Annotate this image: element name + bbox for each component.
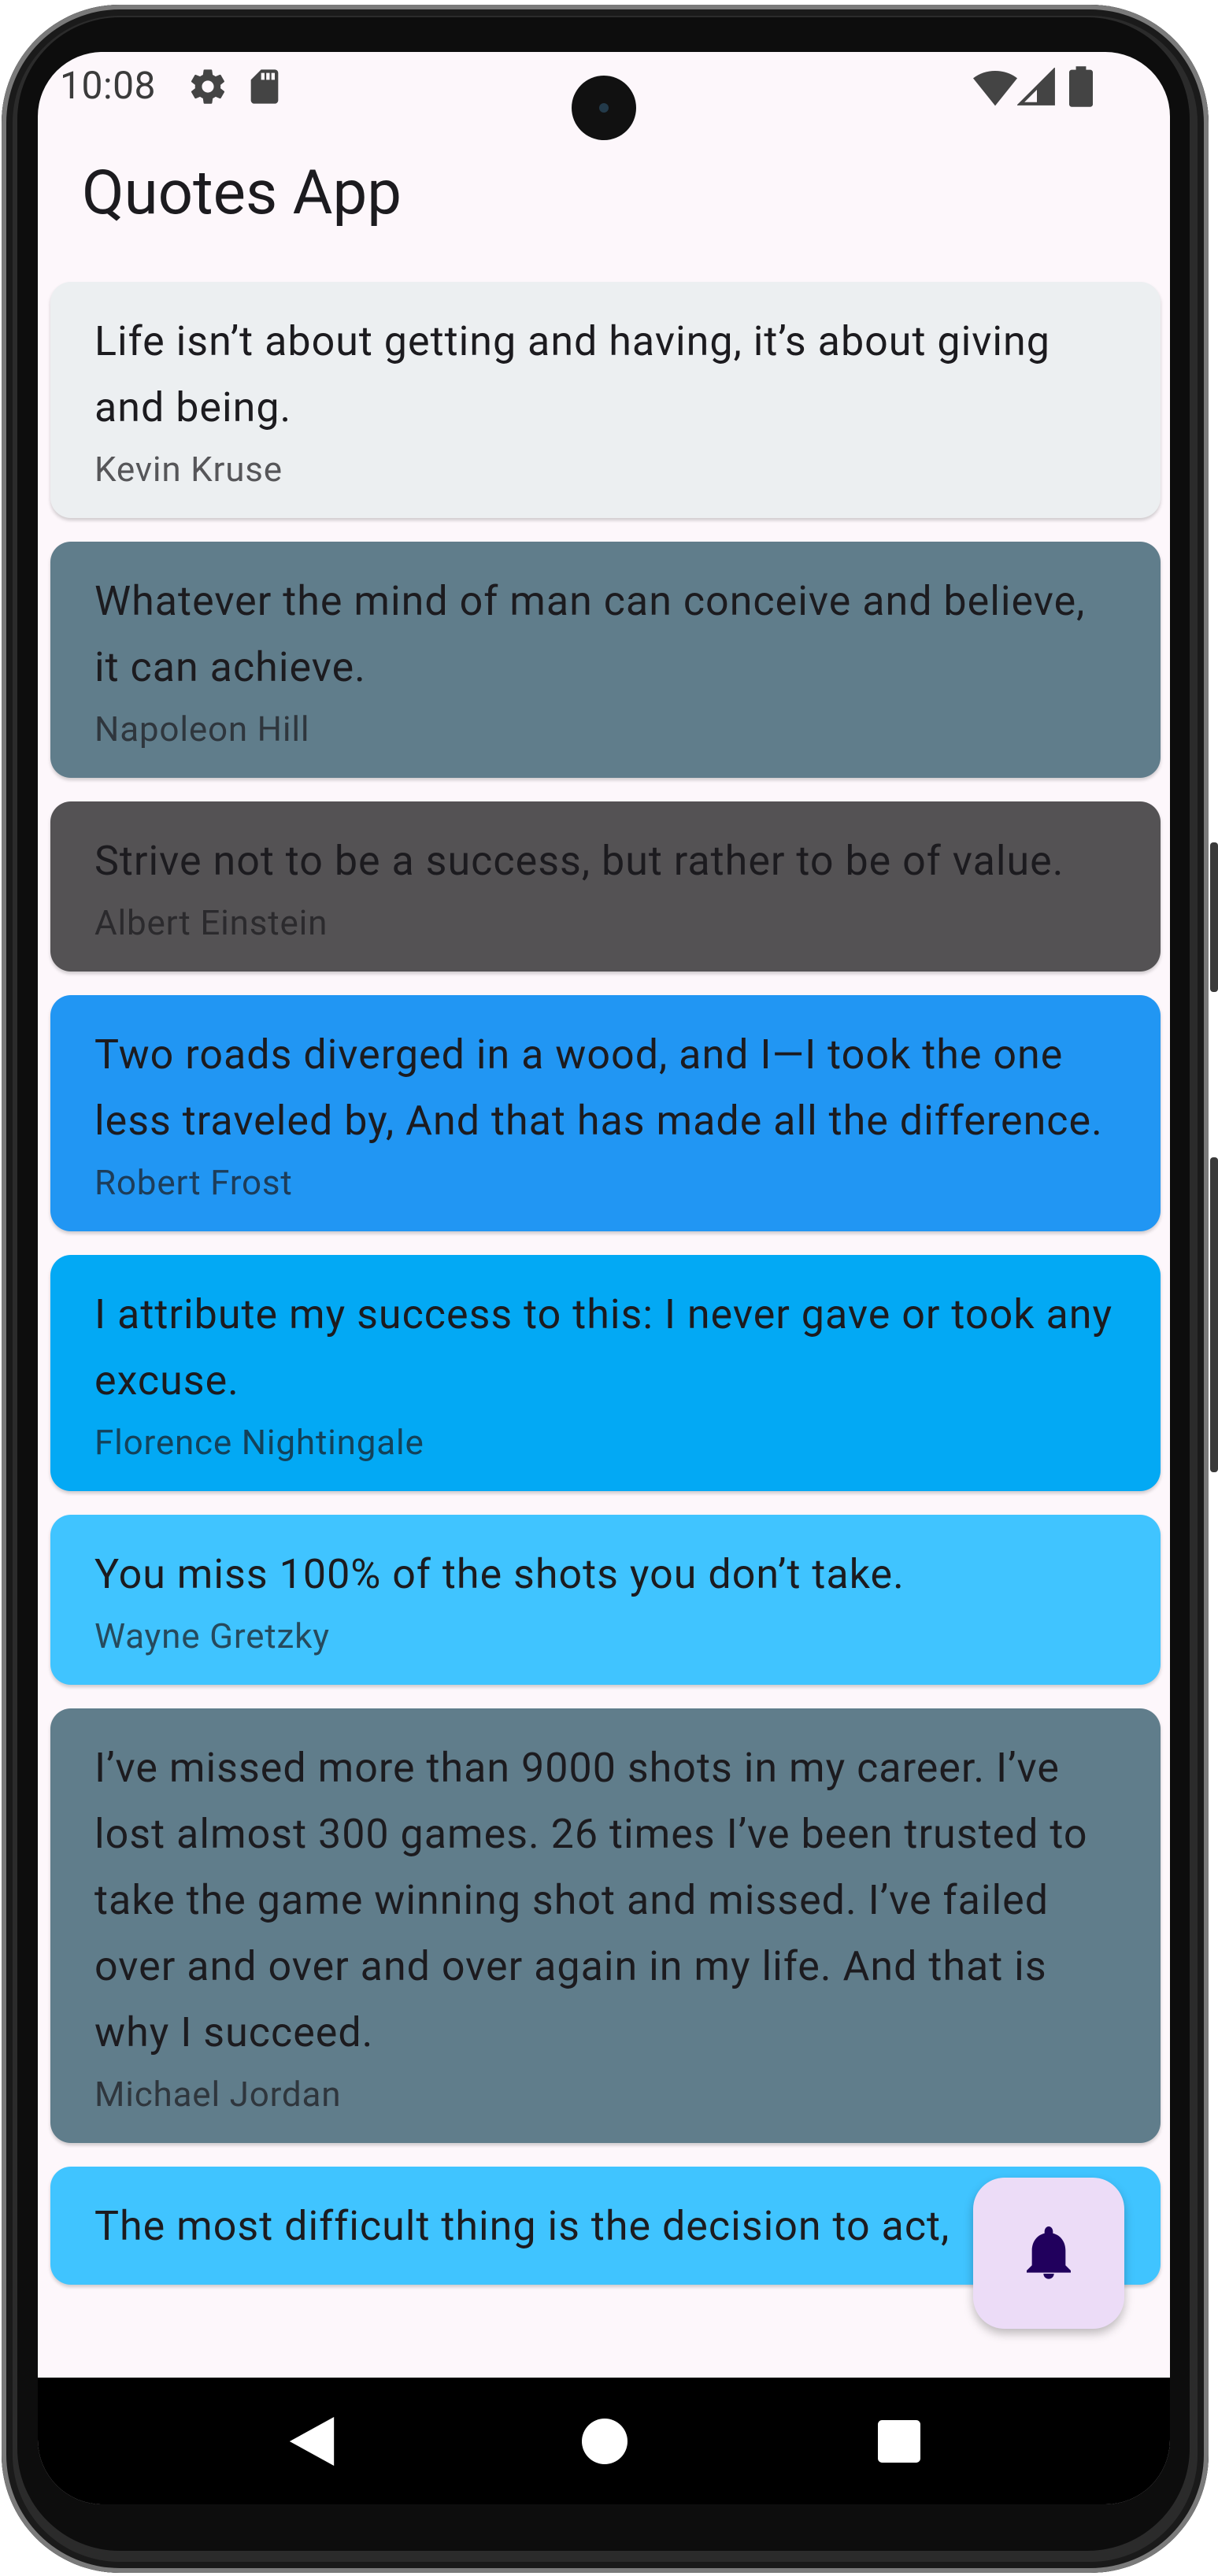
gear-icon <box>187 66 228 110</box>
quote-text: I’ve missed more than 9000 shots in my c… <box>94 1744 1088 2056</box>
phone-device: 10:08 Quotes App Life isn’t about gettin… <box>0 0 1218 2576</box>
quote-text: Two roads diverged in a wood, and I—I to… <box>94 1031 1103 1145</box>
nav-recents-button[interactable] <box>828 2378 970 2504</box>
cell-signal-icon <box>1016 67 1057 110</box>
quote-card[interactable]: Strive not to be a success, but rather t… <box>50 801 1161 972</box>
quote-author: Kevin Kruse <box>94 449 283 490</box>
quote-author: Robert Frost <box>94 1162 293 1203</box>
quote-card[interactable]: Two roads diverged in a wood, and I—I to… <box>50 995 1161 1231</box>
quote-author: Wayne Gretzky <box>94 1616 330 1656</box>
quote-text: The most difficult thing is the decision… <box>94 2202 950 2250</box>
power-button <box>1210 842 1218 992</box>
bell-icon <box>1024 2223 1074 2283</box>
status-time: 10:08 <box>60 63 157 108</box>
notification-fab[interactable] <box>973 2178 1124 2329</box>
system-nav-bar <box>38 2378 1170 2504</box>
volume-button <box>1210 1157 1218 1472</box>
quote-text: Strive not to be a success, but rather t… <box>94 837 1064 885</box>
screen: 10:08 Quotes App Life isn’t about gettin… <box>38 52 1170 2504</box>
quote-author: Florence Nightingale <box>94 1422 424 1463</box>
home-icon <box>582 2418 628 2464</box>
quote-text: You miss 100% of the shots you don’t tak… <box>94 1550 905 1598</box>
back-icon <box>289 2416 335 2466</box>
wifi-icon <box>973 68 1017 110</box>
front-camera <box>572 76 636 140</box>
quote-text: I attribute my success to this: I never … <box>94 1290 1113 1405</box>
quote-card[interactable]: I’ve missed more than 9000 shots in my c… <box>50 1708 1161 2143</box>
quote-author: Albert Einstein <box>94 902 328 943</box>
sd-card-icon <box>246 66 283 110</box>
quote-text: Whatever the mind of man can conceive an… <box>94 577 1086 691</box>
quote-author: Napoleon Hill <box>94 709 310 749</box>
status-bar: 10:08 <box>38 52 1170 140</box>
quote-author: Michael Jordan <box>94 2074 342 2115</box>
nav-home-button[interactable] <box>534 2378 676 2504</box>
quote-card[interactable]: I attribute my success to this: I never … <box>50 1255 1161 1491</box>
quote-card[interactable]: Life isn’t about getting and having, it’… <box>50 282 1161 518</box>
quote-card[interactable]: You miss 100% of the shots you don’t tak… <box>50 1515 1161 1685</box>
quote-text: Life isn’t about getting and having, it’… <box>94 317 1050 431</box>
quotes-list[interactable]: Life isn’t about getting and having, it’… <box>50 282 1161 2308</box>
nav-back-button[interactable] <box>241 2378 383 2504</box>
battery-icon <box>1069 66 1093 110</box>
app-title: Quotes App <box>82 157 402 229</box>
quote-card[interactable]: Whatever the mind of man can conceive an… <box>50 542 1161 778</box>
recents-icon <box>878 2419 920 2463</box>
